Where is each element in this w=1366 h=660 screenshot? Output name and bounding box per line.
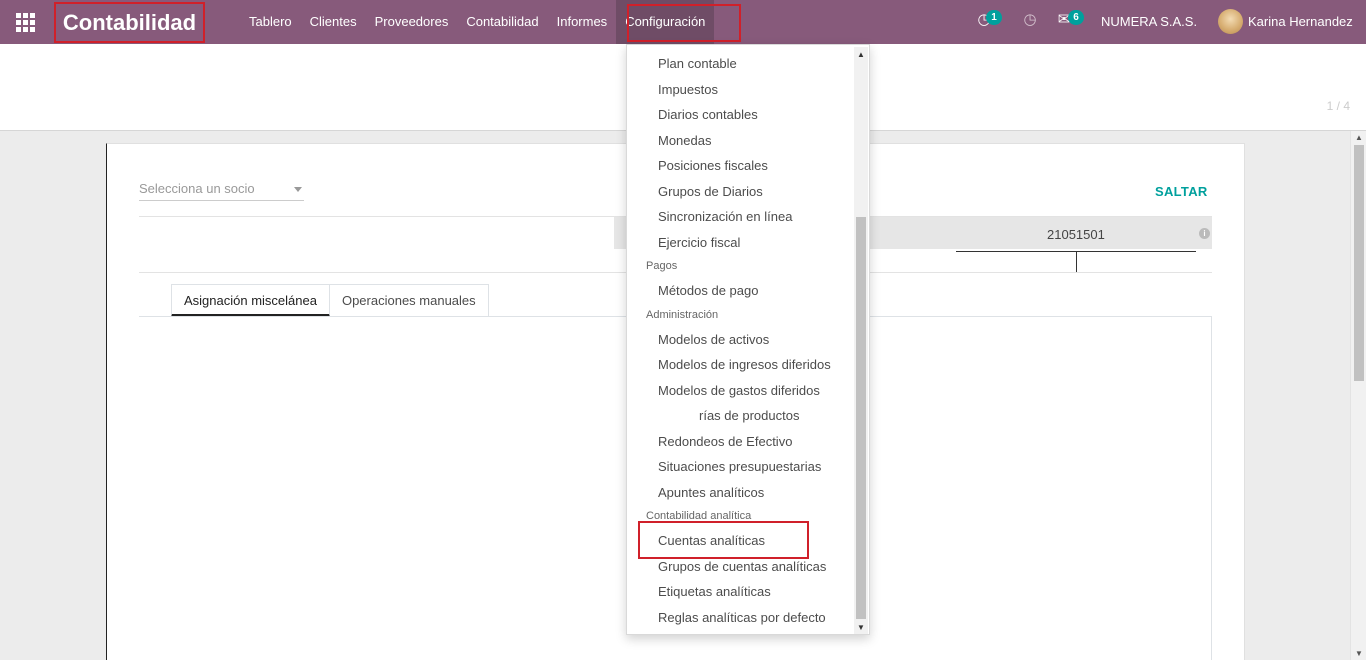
form-tabs: Asignación miscelánea Operaciones manual… bbox=[125, 284, 489, 317]
dropdown-item-grupos-de-diarios[interactable]: Grupos de Diarios bbox=[658, 184, 763, 200]
dropdown-item-categorias-de-productos[interactable]: rías de productos bbox=[699, 408, 799, 424]
dropdown-item-monedas[interactable]: Monedas bbox=[658, 133, 711, 149]
menu-configuracion[interactable]: Configuración bbox=[616, 0, 715, 44]
messages-badge: 6 bbox=[1068, 10, 1084, 25]
account-number: 21051501 bbox=[1047, 227, 1105, 242]
dropdown-item-cuentas-analiticas[interactable]: Cuentas analíticas bbox=[658, 533, 765, 549]
dropdown-scroll-thumb[interactable] bbox=[856, 217, 866, 619]
menu-tablero[interactable]: Tablero bbox=[240, 0, 301, 44]
tab-operaciones-manuales[interactable]: Operaciones manuales bbox=[329, 284, 489, 317]
pager[interactable]: 1 / 4 bbox=[1327, 99, 1350, 113]
menu-contabilidad[interactable]: Contabilidad bbox=[457, 0, 547, 44]
tab-asignacion-miscelanea[interactable]: Asignación miscelánea bbox=[171, 284, 330, 317]
configuracion-dropdown: Plan contable Impuestos Diarios contable… bbox=[626, 44, 870, 635]
dropdown-item-grupos-de-cuentas-analiticas[interactable]: Grupos de cuentas analíticas bbox=[658, 559, 826, 575]
scroll-thumb[interactable] bbox=[1354, 145, 1364, 381]
activity-badge: 1 bbox=[986, 10, 1002, 25]
company-switcher[interactable]: NUMERA S.A.S. bbox=[1101, 0, 1197, 43]
menu-informes[interactable]: Informes bbox=[548, 0, 617, 44]
dropdown-item-impuestos[interactable]: Impuestos bbox=[658, 82, 718, 98]
scroll-up-icon[interactable]: ▲ bbox=[854, 50, 868, 59]
dropdown-item-reglas-analiticas[interactable]: Reglas analíticas por defecto bbox=[658, 610, 826, 626]
dropdown-item-apuntes-analiticos[interactable]: Apuntes analíticos bbox=[658, 485, 764, 501]
dropdown-item-ejercicio-fiscal[interactable]: Ejercicio fiscal bbox=[658, 235, 740, 251]
dropdown-item-gastos-diferidos[interactable]: Modelos de gastos diferidos bbox=[658, 383, 820, 399]
skip-button[interactable]: SALTAR bbox=[1155, 184, 1208, 199]
dropdown-item-situaciones-presupuestarias[interactable]: Situaciones presupuestarias bbox=[658, 459, 821, 475]
dropdown-item-ingresos-diferidos[interactable]: Modelos de ingresos diferidos bbox=[658, 357, 831, 373]
info-icon[interactable]: i bbox=[1199, 228, 1210, 239]
dropdown-header-administracion: Administración bbox=[646, 309, 719, 321]
user-menu[interactable]: Karina Hernandez bbox=[1248, 0, 1353, 43]
clock-icon[interactable]: ◷ bbox=[1021, 11, 1039, 29]
dropdown-item-metodos-de-pago[interactable]: Métodos de pago bbox=[658, 283, 758, 299]
divider bbox=[1076, 252, 1077, 272]
dropdown-item-diarios-contables[interactable]: Diarios contables bbox=[658, 107, 758, 123]
user-avatar[interactable] bbox=[1218, 9, 1243, 34]
caret-down-icon bbox=[294, 187, 302, 192]
dropdown-item-modelos-de-activos[interactable]: Modelos de activos bbox=[658, 332, 769, 348]
scroll-down-icon[interactable]: ▼ bbox=[854, 623, 868, 632]
main-menu: Tablero Clientes Proveedores Contabilida… bbox=[240, 0, 715, 44]
partner-placeholder: Selecciona un socio bbox=[139, 181, 255, 196]
partner-select[interactable]: Selecciona un socio bbox=[139, 177, 304, 201]
dropdown-item-sincronizacion[interactable]: Sincronización en línea bbox=[658, 209, 792, 225]
dropdown-item-plan-contable[interactable]: Plan contable bbox=[658, 56, 737, 72]
menu-proveedores[interactable]: Proveedores bbox=[366, 0, 458, 44]
menu-clientes[interactable]: Clientes bbox=[301, 0, 366, 44]
dropdown-header-contabilidad-analitica: Contabilidad analítica bbox=[646, 510, 752, 522]
scroll-up-icon[interactable]: ▲ bbox=[1355, 133, 1363, 142]
app-title[interactable]: Contabilidad bbox=[54, 2, 205, 43]
top-navbar: Contabilidad Tablero Clientes Proveedore… bbox=[0, 0, 1366, 44]
dropdown-item-redondeos-de-efectivo[interactable]: Redondeos de Efectivo bbox=[658, 434, 792, 450]
apps-menu-icon[interactable] bbox=[14, 11, 36, 33]
scroll-down-icon[interactable]: ▼ bbox=[1355, 649, 1363, 658]
dropdown-scrollbar[interactable]: ▲ ▼ bbox=[854, 47, 868, 634]
page-scrollbar[interactable]: ▲ ▼ bbox=[1350, 131, 1366, 660]
dropdown-item-etiquetas-analiticas[interactable]: Etiquetas analíticas bbox=[658, 584, 771, 600]
dropdown-header-pagos: Pagos bbox=[646, 260, 678, 272]
dropdown-item-posiciones-fiscales[interactable]: Posiciones fiscales bbox=[658, 158, 768, 174]
